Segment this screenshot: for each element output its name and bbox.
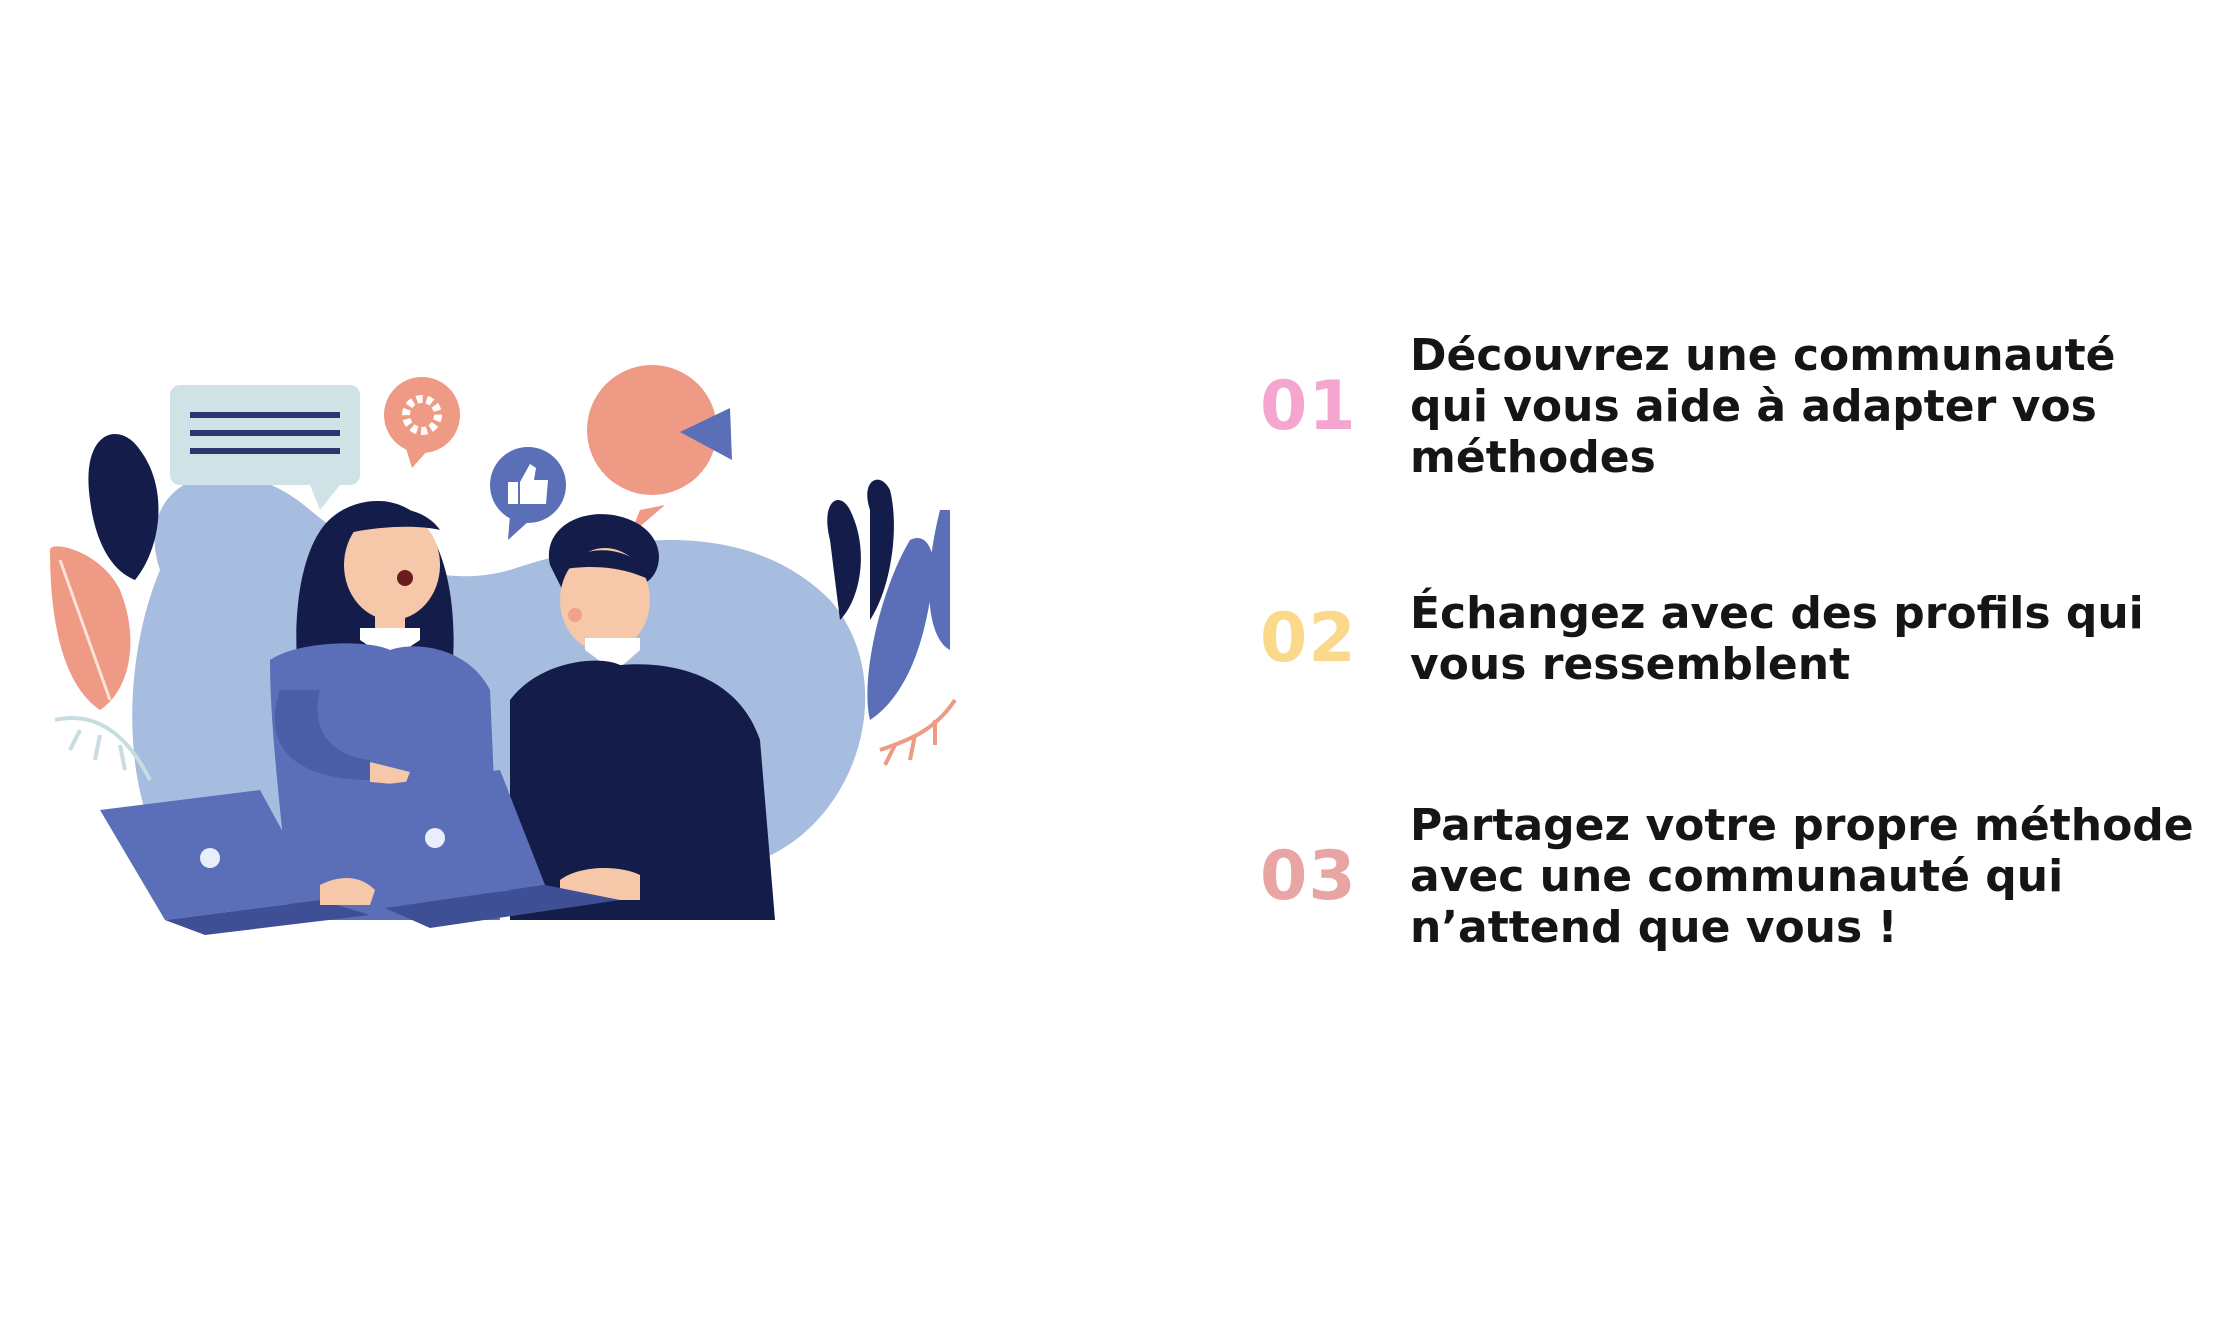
illustration (50, 365, 957, 935)
feature-number-3: 03 (1260, 836, 1357, 916)
feature-text-1: Découvrez une communauté qui vous aide à… (1410, 330, 2116, 483)
feature-text-3: Partagez votre propre méthode avec une c… (1410, 800, 2194, 953)
gear-icon (384, 377, 460, 468)
feature-number-2: 02 (1260, 599, 1357, 678)
feature-item-2: 02 Échangez avec des profils qui vous re… (1260, 588, 2200, 690)
pie-chart-icon (587, 365, 732, 535)
thumbs-up-icon (490, 447, 566, 540)
feature-item-3: 03 Partagez votre propre méthode avec un… (1260, 800, 2200, 953)
feature-number-1: 01 (1260, 366, 1357, 446)
feature-item-1: 01 Découvrez une communauté qui vous aid… (1260, 330, 2200, 483)
feature-text-2: Échangez avec des profils qui vous resse… (1410, 588, 2144, 690)
